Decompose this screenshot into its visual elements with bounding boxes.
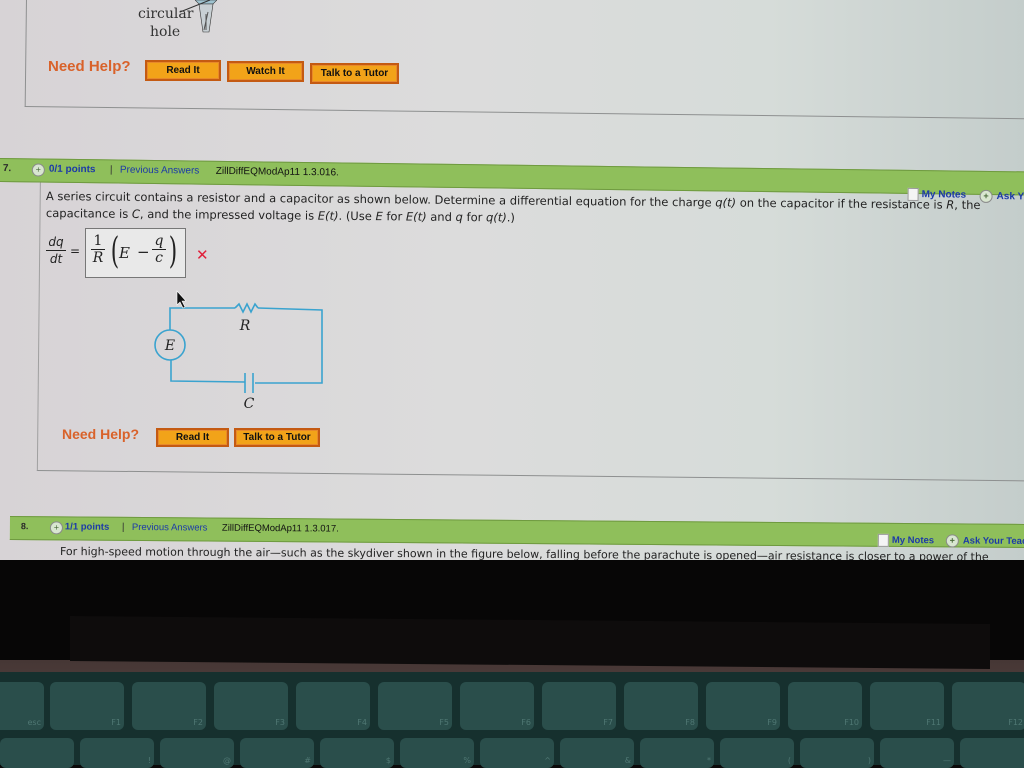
ask-teacher-link[interactable]: + Ask Your Teac bbox=[945, 534, 1024, 548]
key-f8[interactable]: F8 bbox=[624, 682, 698, 730]
question-8-text-line-1: For high-speed motion through the air—su… bbox=[59, 545, 989, 560]
open-paren: ( bbox=[110, 231, 120, 272]
ask-plus-icon: + bbox=[945, 534, 959, 548]
incorrect-icon: ✕ bbox=[196, 246, 209, 264]
key-f7[interactable]: F7 bbox=[542, 682, 616, 730]
read-it-button-q7[interactable]: Read It bbox=[156, 428, 229, 447]
key-f5[interactable]: F5 bbox=[378, 682, 452, 730]
rc-circuit-diagram: E R C bbox=[154, 290, 323, 412]
key-esc[interactable]: esc bbox=[0, 682, 44, 730]
ask-label: Ask Your Teac bbox=[962, 535, 1024, 547]
previous-answers-link[interactable]: Previous Answers bbox=[120, 165, 200, 177]
coefficient-fraction: 1R bbox=[91, 233, 105, 266]
wire-bottom-left bbox=[170, 360, 246, 383]
key-f12[interactable]: F12 bbox=[952, 682, 1024, 730]
resistor-label: R bbox=[239, 318, 251, 334]
key-9[interactable]: ( bbox=[720, 738, 794, 768]
mouse-cursor-icon bbox=[176, 290, 187, 309]
wire-top-left bbox=[169, 307, 235, 330]
question-8-header: 8. + 1/1 points | Previous Answers ZillD… bbox=[9, 516, 1024, 549]
resistor-symbol bbox=[234, 302, 259, 314]
my-notes-link[interactable]: My Notes bbox=[877, 533, 935, 547]
key-f6[interactable]: F6 bbox=[460, 682, 534, 730]
source-label: E bbox=[164, 338, 175, 354]
points-label: 0/1 points bbox=[48, 163, 96, 176]
key-f2[interactable]: F2 bbox=[132, 682, 206, 730]
question-number: 7. bbox=[2, 163, 12, 175]
question-id: ZillDiffEQModAp11 1.3.016. bbox=[215, 165, 339, 179]
question-number: 8. bbox=[20, 521, 29, 532]
laptop-hinge bbox=[70, 615, 990, 670]
keyboard: esc F1 F2 F3 F4 F5 F6 F7 F8 F9 F10 F11 F… bbox=[0, 672, 1024, 768]
key-f4[interactable]: F4 bbox=[296, 682, 370, 730]
answer-E: E bbox=[119, 244, 130, 262]
key-equals[interactable]: + bbox=[960, 738, 1024, 768]
expand-icon[interactable]: + bbox=[49, 521, 63, 535]
key-4[interactable]: $ bbox=[320, 738, 394, 768]
key-2[interactable]: @ bbox=[160, 738, 234, 768]
key-f9[interactable]: F9 bbox=[706, 682, 780, 730]
close-paren: ) bbox=[168, 231, 178, 272]
key-f11[interactable]: F11 bbox=[870, 682, 944, 730]
read-it-button[interactable]: Read It bbox=[145, 60, 221, 81]
key-backtick[interactable] bbox=[0, 738, 74, 768]
browser-screen: circular hole Need Help? Read It Watch I… bbox=[0, 0, 1024, 560]
key-f1[interactable]: F1 bbox=[50, 682, 124, 730]
q-over-c-fraction: qc bbox=[152, 234, 166, 265]
key-8[interactable]: * bbox=[640, 738, 714, 768]
separator: | bbox=[121, 521, 125, 533]
equals-sign: = bbox=[70, 244, 81, 258]
my-notes-label: My Notes bbox=[891, 534, 935, 547]
answer-input[interactable]: 1R ( E − qc ) bbox=[85, 228, 186, 278]
points-label: 1/1 points bbox=[64, 521, 110, 533]
capacitor-label: C bbox=[244, 396, 255, 412]
need-help-label: Need Help? bbox=[48, 58, 131, 75]
minus-sign: − bbox=[137, 243, 150, 261]
ask-label: Ask Y bbox=[996, 191, 1024, 203]
figure-label-hole: hole bbox=[150, 24, 181, 40]
previous-answers-link[interactable]: Previous Answers bbox=[132, 522, 208, 534]
question-id: ZillDiffEQModAp11 1.3.017. bbox=[221, 522, 339, 535]
key-6[interactable]: ^ bbox=[480, 738, 554, 768]
note-icon bbox=[877, 533, 889, 547]
separator: | bbox=[109, 164, 113, 176]
key-7[interactable]: & bbox=[560, 738, 634, 768]
lhs-derivative: dq dt bbox=[46, 235, 66, 266]
expand-icon[interactable]: + bbox=[31, 163, 45, 177]
talk-to-tutor-button-q7[interactable]: Talk to a Tutor bbox=[234, 428, 320, 447]
key-0[interactable]: ) bbox=[800, 738, 874, 768]
need-help-label-q7: Need Help? bbox=[62, 426, 140, 442]
key-1[interactable]: ! bbox=[80, 738, 154, 768]
ask-plus-icon: + bbox=[979, 189, 993, 203]
key-f3[interactable]: F3 bbox=[214, 682, 288, 730]
talk-to-tutor-button[interactable]: Talk to a Tutor bbox=[310, 63, 399, 84]
key-minus[interactable]: — bbox=[880, 738, 954, 768]
ask-teacher-link[interactable]: + Ask Y bbox=[979, 189, 1024, 204]
key-f10[interactable]: F10 bbox=[788, 682, 862, 730]
figure-label-circular: circular bbox=[138, 6, 194, 22]
key-5[interactable]: % bbox=[400, 738, 474, 768]
wire-top-right bbox=[255, 307, 323, 384]
watch-it-button[interactable]: Watch It bbox=[227, 61, 304, 82]
key-3[interactable]: # bbox=[240, 738, 314, 768]
